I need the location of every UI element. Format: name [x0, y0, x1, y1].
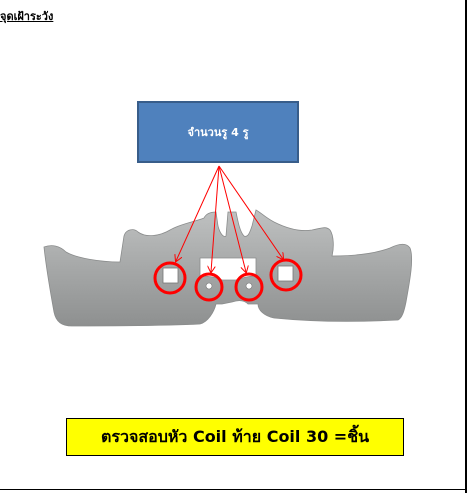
inspection-note: ตรวจสอบหัว Coil ท้าย Coil 30 =ชิ้น [66, 418, 404, 456]
round-hole-right [245, 282, 253, 290]
square-hole-left [162, 267, 179, 284]
hole-count-callout: จำนวนรู 4 รู [137, 101, 299, 163]
center-notch [199, 257, 257, 281]
square-hole-right [277, 265, 294, 282]
round-hole-left [205, 282, 213, 290]
